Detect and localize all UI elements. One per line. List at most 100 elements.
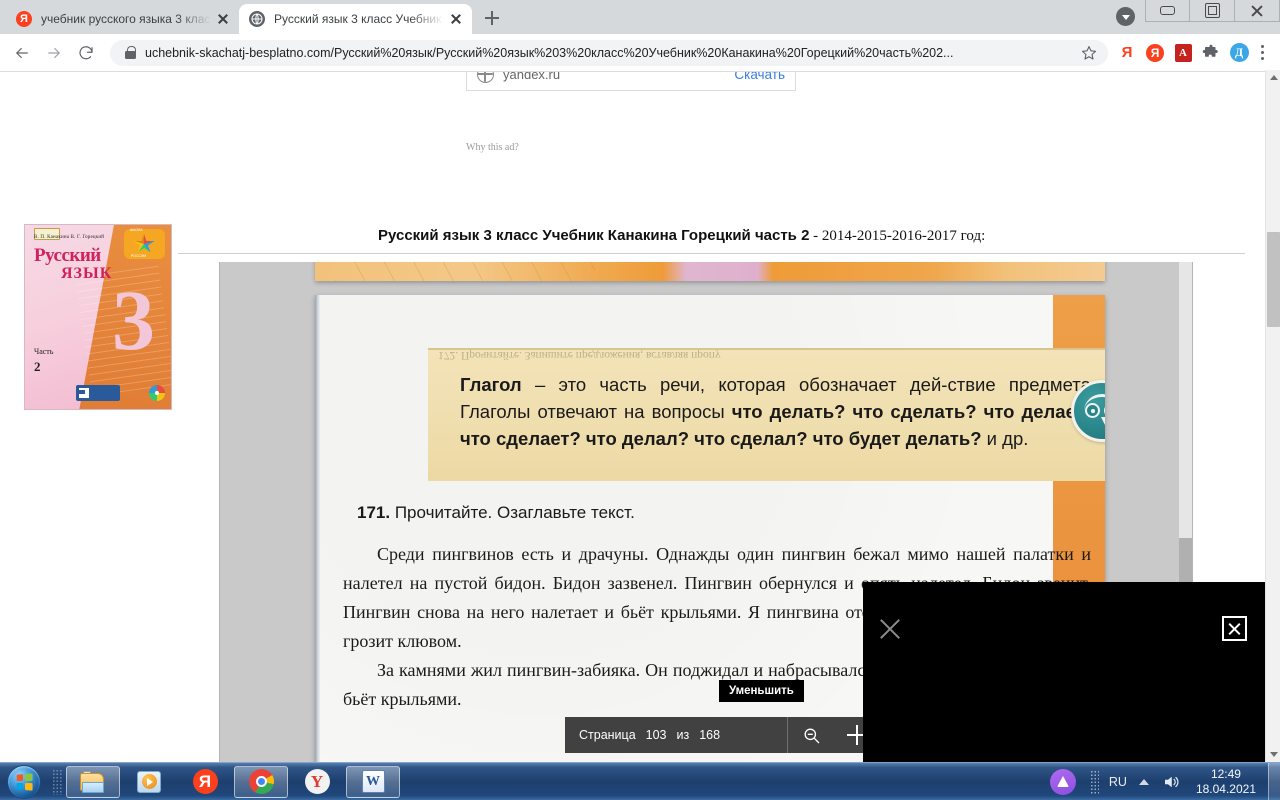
clock[interactable]: 12:49 18.04.2021 xyxy=(1196,767,1256,797)
page-texture xyxy=(335,262,595,281)
reload-icon[interactable] xyxy=(72,39,100,67)
cover-title-line2: ЯЗЫК xyxy=(61,265,113,282)
boxed-close-icon[interactable] xyxy=(1222,616,1247,641)
language-indicator[interactable]: RU xyxy=(1109,775,1127,789)
definition-text: Глагол – это часть речи, которая обознач… xyxy=(460,371,1096,452)
maximize-button[interactable] xyxy=(1190,0,1235,22)
owl-eye-left xyxy=(1085,403,1100,418)
black-ad-overlay[interactable] xyxy=(863,582,1265,762)
close-window-button[interactable] xyxy=(1235,0,1280,22)
previous-page-edge xyxy=(315,262,1105,281)
pdf-icon[interactable]: A xyxy=(1170,40,1196,66)
cover-title-line1: Русский xyxy=(34,245,101,266)
system-tray: RU 12:49 18.04.2021 xyxy=(1049,762,1280,800)
book-cover-thumbnail[interactable]: ШКОЛА РОССИИ В. П. Канакина В. Г. Горецк… xyxy=(24,224,172,410)
publisher-logo-icon xyxy=(76,385,120,401)
owl-beak xyxy=(1101,417,1105,425)
dzen-icon[interactable]: Д xyxy=(1226,40,1252,66)
tab-title: Русский язык 3 класс Учебник К xyxy=(274,12,444,26)
chrome-browser-window: Я учебник русского языка 3 класс Русский… xyxy=(0,0,1280,762)
divider xyxy=(178,253,1245,254)
globe-favicon-icon xyxy=(249,11,265,27)
bookmark-star-icon[interactable] xyxy=(1080,44,1098,62)
star-icon xyxy=(133,234,155,253)
taskbar-item-chrome[interactable] xyxy=(234,765,288,798)
window-scrollbar[interactable] xyxy=(1265,70,1280,762)
ad-download-link[interactable]: Скачать xyxy=(734,72,785,82)
pdf-page-indicator: Страница 103 из 168 xyxy=(565,728,787,742)
alice-assistant-icon[interactable] xyxy=(1049,768,1076,795)
page-label: Страница xyxy=(579,728,636,742)
taskbar-item-explorer[interactable] xyxy=(66,765,120,798)
forward-arrow-icon[interactable] xyxy=(40,39,68,67)
owl-eye-right xyxy=(1104,403,1105,418)
taskbar-item-yandex-search[interactable]: Я xyxy=(178,766,232,798)
cover-part-number: 2 xyxy=(34,359,41,374)
exercise-number: 171. xyxy=(357,503,391,522)
definition-box: 172. Прочитайте. Запишите предложения, в… xyxy=(428,348,1105,481)
chrome-icon xyxy=(248,769,274,794)
browser-tab-1[interactable]: Я учебник русского языка 3 класс xyxy=(6,4,239,34)
taskbar-item-media-player[interactable] xyxy=(122,766,176,798)
exercise-heading: 171. Прочитайте. Озаглавьте текст. xyxy=(357,503,635,523)
kebab-menu-icon[interactable] xyxy=(1252,42,1272,64)
explorer-icon xyxy=(80,770,106,793)
url-text: uchebnik-skachatj-besplatno.com/Русский%… xyxy=(145,45,954,60)
advertisement-card[interactable]: опасные сайты и быстро загружает видео. … xyxy=(466,72,796,91)
lock-icon xyxy=(124,45,136,60)
windows-start-orb-icon[interactable] xyxy=(0,764,48,800)
windows-flag-icon xyxy=(16,772,33,791)
puzzle-icon[interactable] xyxy=(1198,40,1224,66)
downloads-caret-icon[interactable] xyxy=(1116,7,1135,26)
zoom-out-tooltip: Уменьшить xyxy=(719,680,804,702)
definition-term: Глагол xyxy=(460,374,522,395)
zoom-out-button[interactable] xyxy=(788,717,834,753)
tab-close-icon[interactable] xyxy=(448,11,464,27)
yandex-flat-icon[interactable]: Я xyxy=(1114,40,1140,66)
globe-icon xyxy=(476,72,494,83)
cd-icon xyxy=(149,385,165,401)
total-pages: 168 xyxy=(699,728,721,742)
why-this-ad-link[interactable]: Why this ad? xyxy=(466,142,519,153)
show-desktop-button[interactable] xyxy=(1268,762,1280,800)
clock-time: 12:49 xyxy=(1210,766,1241,781)
browser-tab-2[interactable]: Русский язык 3 класс Учебник К xyxy=(239,4,472,34)
desktop-screen: Я учебник русского языка 3 класс Русский… xyxy=(0,0,1280,800)
show-hidden-icons-icon[interactable] xyxy=(1138,778,1149,785)
cover-grade-number: 3 xyxy=(112,272,155,368)
yandex-favicon-icon: Я xyxy=(16,11,32,27)
taskbar-item-yandex-browser[interactable]: Y xyxy=(290,766,344,798)
new-tab-button[interactable] xyxy=(478,4,506,32)
browser-toolbar: uchebnik-skachatj-besplatno.com/Русский%… xyxy=(0,34,1280,72)
definition-body-end: и др. xyxy=(981,428,1029,449)
close-x-icon[interactable] xyxy=(877,616,903,642)
tab-strip: Я учебник русского языка 3 класс Русский… xyxy=(0,0,1280,34)
ad-domain: yandex.ru xyxy=(503,72,561,82)
scroll-up-arrow-icon[interactable] xyxy=(1266,70,1280,85)
window-controls xyxy=(1145,0,1280,22)
pdf-control-bar[interactable]: Страница 103 из 168 xyxy=(565,717,880,753)
current-page-number[interactable]: 103 xyxy=(646,728,667,742)
media-player-icon xyxy=(137,770,161,793)
tray-grip xyxy=(1089,769,1099,794)
shkola-rossii-badge-icon: ШКОЛА РОССИИ xyxy=(124,228,165,259)
bleed-through-text: 172. Прочитайте. Запишите предложения, в… xyxy=(438,349,721,361)
window-scrollbar-thumb[interactable] xyxy=(1267,232,1280,327)
page-title: Русский язык 3 класс Учебник Канакина Го… xyxy=(378,227,985,245)
cover-authors: В. П. Канакина В. Г. Горецкий xyxy=(34,235,105,240)
taskbar-items: Я Y W xyxy=(66,765,400,798)
start-orb xyxy=(7,764,41,799)
back-arrow-icon[interactable] xyxy=(8,39,36,67)
taskbar-grip xyxy=(52,768,62,795)
scroll-down-arrow-icon[interactable] xyxy=(1266,747,1280,762)
taskbar-item-word[interactable]: W xyxy=(346,765,400,798)
word-icon: W xyxy=(361,770,385,793)
minimize-button[interactable] xyxy=(1145,0,1190,22)
page-title-bold: Русский язык 3 класс Учебник Канакина Го… xyxy=(378,227,810,244)
tab-close-icon[interactable] xyxy=(215,11,231,27)
clock-date: 18.04.2021 xyxy=(1195,781,1256,796)
yandex-round-icon[interactable]: Я xyxy=(1142,40,1168,66)
volume-icon[interactable] xyxy=(1162,773,1180,791)
badge-bottom-text: РОССИИ xyxy=(131,254,147,258)
address-bar[interactable]: uchebnik-skachatj-besplatno.com/Русский%… xyxy=(110,39,1108,66)
